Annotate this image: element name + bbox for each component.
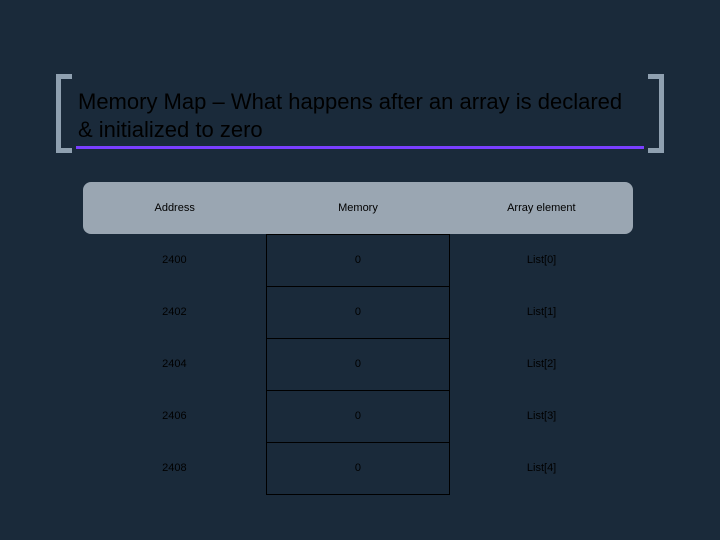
cell-element: List[3]	[450, 390, 633, 442]
slide-title-text: Memory Map – What happens after an array…	[78, 89, 622, 142]
cell-address: 2408	[83, 442, 266, 494]
cell-address: 2406	[83, 390, 266, 442]
cell-element: List[4]	[450, 442, 633, 494]
cell-memory: 0	[266, 338, 449, 390]
cell-address: 2404	[83, 338, 266, 390]
table-row: 2400 0 List[0]	[83, 234, 633, 286]
col-header-address: Address	[83, 182, 266, 234]
title-underline	[76, 146, 644, 149]
cell-memory: 0	[266, 234, 449, 286]
table-row: 2402 0 List[1]	[83, 286, 633, 338]
cell-element: List[2]	[450, 338, 633, 390]
table-header-row: Address Memory Array element	[83, 182, 633, 234]
cell-memory: 0	[266, 442, 449, 494]
col-header-memory: Memory	[266, 182, 449, 234]
table-row: 2408 0 List[4]	[83, 442, 633, 494]
slide-title: Memory Map – What happens after an array…	[76, 74, 644, 153]
bracket-left-icon	[56, 74, 72, 153]
cell-element: List[1]	[450, 286, 633, 338]
cell-memory: 0	[266, 390, 449, 442]
cell-address: 2402	[83, 286, 266, 338]
col-header-arrayelem: Array element	[450, 182, 633, 234]
table-row: 2406 0 List[3]	[83, 390, 633, 442]
memory-map-table: Address Memory Array element 2400 0 List…	[83, 182, 633, 495]
cell-element: List[0]	[450, 234, 633, 286]
slide-title-bracket: Memory Map – What happens after an array…	[56, 74, 664, 153]
memory-map-table-container: Address Memory Array element 2400 0 List…	[83, 182, 633, 495]
bracket-right-icon	[648, 74, 664, 153]
table-row: 2404 0 List[2]	[83, 338, 633, 390]
cell-memory: 0	[266, 286, 449, 338]
cell-address: 2400	[83, 234, 266, 286]
